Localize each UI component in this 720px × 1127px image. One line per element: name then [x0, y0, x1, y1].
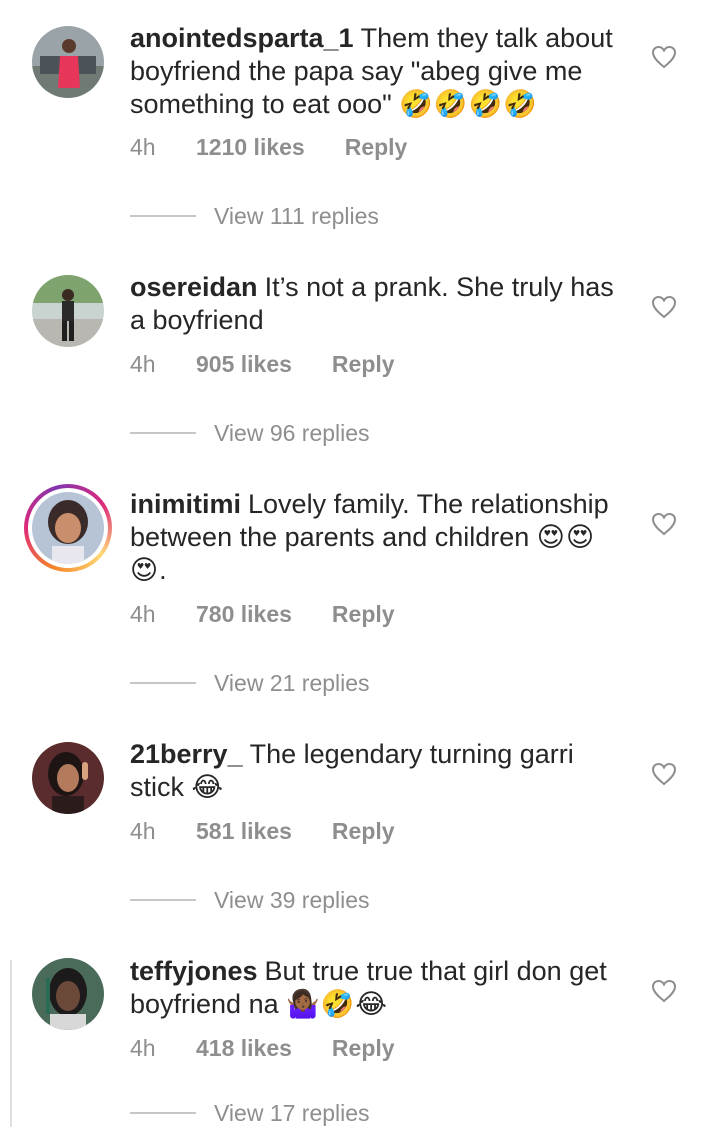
- view-replies-button[interactable]: View 96 replies: [130, 419, 370, 447]
- comment-body: inimitimi Lovely family. The relationship…: [130, 488, 630, 587]
- comment-likes[interactable]: 418 likes: [196, 1034, 292, 1062]
- heart-outline-icon[interactable]: [651, 512, 677, 536]
- reply-button[interactable]: Reply: [345, 133, 408, 161]
- comment-likes[interactable]: 581 likes: [196, 817, 292, 845]
- comment-time: 4h: [130, 818, 156, 844]
- avatar[interactable]: [32, 742, 104, 814]
- reply-button[interactable]: Reply: [332, 1034, 395, 1062]
- comment-likes[interactable]: 780 likes: [196, 600, 292, 628]
- replies-divider-line: [130, 898, 196, 901]
- avatar-story-ring[interactable]: [24, 484, 112, 572]
- view-replies-label: View 96 replies: [214, 420, 370, 446]
- comment-body: osereidan It’s not a prank. She truly has…: [130, 271, 630, 337]
- avatar[interactable]: [32, 958, 104, 1030]
- avatar-photo: [32, 275, 104, 347]
- avatar-photo: [32, 26, 104, 98]
- view-replies-label: View 17 replies: [214, 1100, 370, 1126]
- comment-body: teffyjones But true true that girl don ge…: [130, 955, 630, 1021]
- screen-edge-divider: [0, 960, 12, 1127]
- reply-button[interactable]: Reply: [332, 600, 395, 628]
- comment-likes[interactable]: 905 likes: [196, 350, 292, 378]
- avatar[interactable]: [32, 26, 104, 98]
- comment-time: 4h: [130, 351, 156, 377]
- avatar-photo: [32, 492, 104, 564]
- view-replies-button[interactable]: View 111 replies: [130, 202, 379, 230]
- comment-time: 4h: [130, 601, 156, 627]
- view-replies-button[interactable]: View 21 replies: [130, 669, 370, 697]
- replies-divider-line: [130, 214, 196, 217]
- replies-divider-line: [130, 681, 196, 684]
- comment-meta: 4h 1210 likes Reply: [130, 133, 407, 161]
- comment-time: 4h: [130, 1035, 156, 1061]
- avatar-photo: [32, 742, 104, 814]
- comment-meta: 4h 418 likes Reply: [130, 1034, 395, 1062]
- comment-likes[interactable]: 1210 likes: [196, 133, 305, 161]
- reply-button[interactable]: Reply: [332, 817, 395, 845]
- comment-emojis: 🤣🤣🤣🤣: [399, 89, 538, 119]
- comment-username[interactable]: anointedsparta_1: [130, 23, 354, 53]
- comment-body: anointedsparta_1 Them they talk about boy…: [130, 22, 630, 121]
- comment-username[interactable]: inimitimi: [130, 489, 241, 519]
- replies-divider-line: [130, 431, 196, 434]
- heart-outline-icon[interactable]: [651, 762, 677, 786]
- comment-username[interactable]: osereidan: [130, 272, 258, 302]
- comment-body: 21berry_ The legendary turning garri stic…: [130, 738, 630, 804]
- comment-meta: 4h 905 likes Reply: [130, 350, 395, 378]
- comment-time: 4h: [130, 134, 156, 160]
- view-replies-button[interactable]: View 17 replies: [130, 1099, 370, 1127]
- comment-meta: 4h 780 likes Reply: [130, 600, 395, 628]
- heart-outline-icon[interactable]: [651, 45, 677, 69]
- comment-meta: 4h 581 likes Reply: [130, 817, 395, 845]
- comment-username[interactable]: 21berry_: [130, 739, 243, 769]
- avatar[interactable]: [32, 275, 104, 347]
- comment-username[interactable]: teffyjones: [130, 956, 258, 986]
- reply-button[interactable]: Reply: [332, 350, 395, 378]
- heart-outline-icon[interactable]: [651, 979, 677, 1003]
- replies-divider-line: [130, 1111, 196, 1114]
- view-replies-label: View 21 replies: [214, 670, 370, 696]
- view-replies-button[interactable]: View 39 replies: [130, 886, 370, 914]
- avatar-photo: [32, 958, 104, 1030]
- view-replies-label: View 39 replies: [214, 887, 370, 913]
- heart-outline-icon[interactable]: [651, 295, 677, 319]
- comment-emojis: 😂: [191, 772, 225, 802]
- comment-emojis: 🤷🏾‍♀️🤣😂: [286, 989, 388, 1019]
- view-replies-label: View 111 replies: [214, 203, 379, 229]
